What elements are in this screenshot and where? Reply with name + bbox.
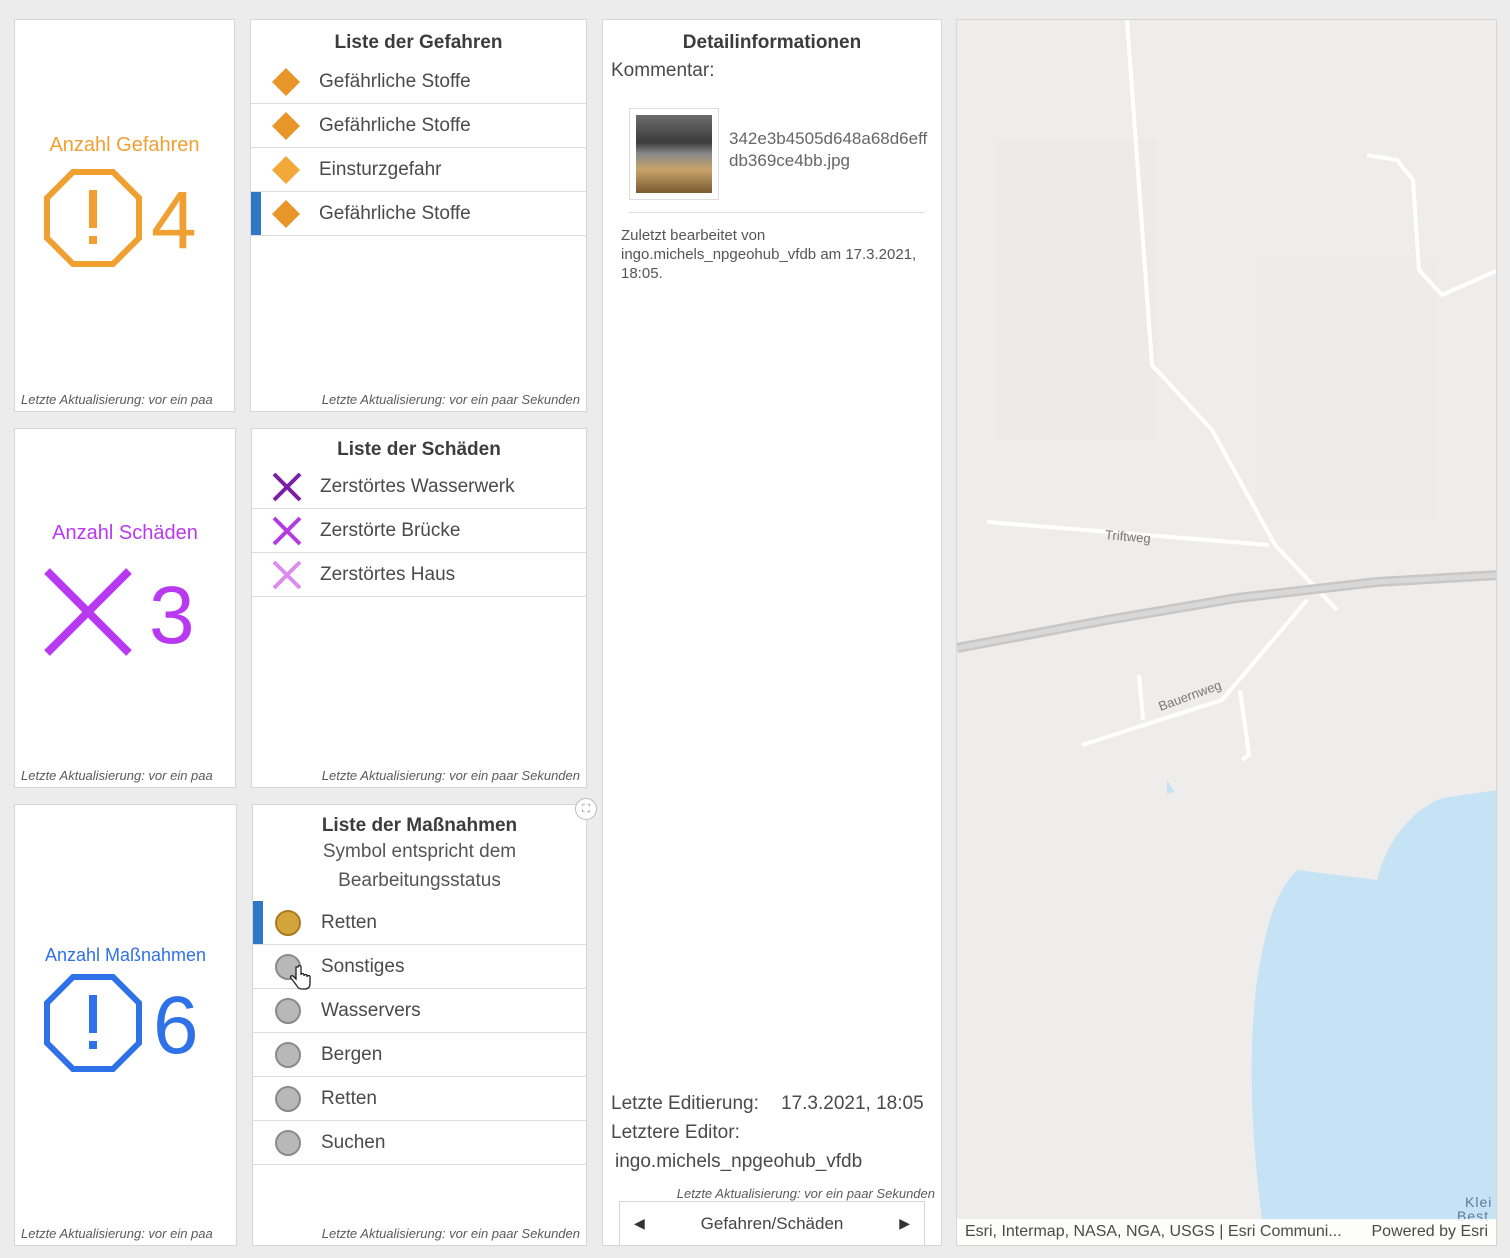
last-update-note: Letzte Aktualisierung: vor ein paar Seku…: [321, 392, 580, 407]
list-item[interactable]: Bergen: [253, 1033, 586, 1077]
counter-tile-hazards[interactable]: Anzahl Gefahren 4 Letzte Aktualisierung:…: [14, 19, 235, 412]
hazard-list: Gefährliche Stoffe Gefährliche Stoffe Ei…: [251, 60, 586, 236]
list-item[interactable]: Einsturzgefahr: [251, 148, 586, 192]
status-dot-icon: [273, 1128, 303, 1158]
list-item-label: Gefährliche Stoffe: [319, 114, 471, 136]
counter-tile-measures[interactable]: Anzahl Maßnahmen 6 Letzte Aktualisierung…: [14, 804, 237, 1246]
attachment-filename[interactable]: 342e3b4505d648a68d6effdb369ce4bb.jpg: [729, 128, 929, 172]
last-update-note: Letzte Aktualisierung: vor ein paar Seku…: [676, 1186, 935, 1201]
damage-list-panel: Liste der Schäden Zerstörtes Wasserwerk …: [251, 428, 587, 788]
list-item-label: Zerstörtes Haus: [320, 563, 456, 585]
list-item-label: Sonstiges: [321, 955, 405, 977]
list-item-label: Gefährliche Stoffe: [319, 202, 471, 224]
previous-arrow-icon[interactable]: ◀: [634, 1215, 645, 1232]
list-item-label: Einsturzgefahr: [319, 158, 442, 180]
list-item[interactable]: Zerstörtes Wasserwerk: [252, 465, 586, 509]
pager-label: Gefahren/Schäden: [700, 1213, 844, 1233]
measures-list: Retten Sonstiges Wasservers Bergen Rette…: [253, 901, 586, 1165]
expand-icon[interactable]: ⛶: [575, 798, 597, 820]
list-item[interactable]: Retten: [253, 1077, 586, 1121]
counter-value: 3: [149, 570, 195, 661]
counter-label: Anzahl Schäden: [52, 522, 198, 544]
list-item-label: Retten: [321, 1087, 377, 1109]
last-editor-value: ingo.michels_npgeohub_vfdb: [615, 1151, 863, 1172]
status-dot-icon: [273, 908, 303, 938]
list-item[interactable]: Retten: [253, 901, 586, 945]
x-mark-icon: [44, 568, 132, 656]
map-view[interactable]: Triftweg Bauernweg Klei Best Esri, Inter…: [956, 19, 1497, 1246]
powered-by[interactable]: Powered by Esri: [1372, 1223, 1489, 1241]
attribution-text[interactable]: Esri, Intermap, NASA, NGA, USGS | Esri C…: [965, 1223, 1342, 1241]
list-item[interactable]: Sonstiges: [253, 945, 586, 990]
comment-label: Kommentar:: [611, 60, 715, 81]
counter-label: Anzahl Maßnahmen: [44, 945, 207, 965]
map-canvas[interactable]: [957, 20, 1497, 1246]
status-dot-icon: [273, 1040, 303, 1070]
list-item-label: Zerstörtes Wasserwerk: [320, 475, 515, 497]
next-arrow-icon[interactable]: ▶: [899, 1215, 910, 1232]
last-edit-label: Letzte Editierung:: [611, 1093, 759, 1114]
diamond-icon: [271, 155, 301, 185]
list-item-label: Wasservers: [321, 999, 421, 1021]
list-item-label: Retten: [321, 911, 377, 933]
list-item[interactable]: Gefährliche Stoffe: [251, 60, 586, 104]
status-dot-icon: [273, 1084, 303, 1114]
map-attribution: Esri, Intermap, NASA, NGA, USGS | Esri C…: [957, 1219, 1496, 1245]
list-item-label: Suchen: [321, 1131, 386, 1153]
counter-value: 4: [151, 175, 197, 266]
list-item-label: Gefährliche Stoffe: [319, 70, 471, 92]
list-subtitle: Symbol entspricht dem: [322, 841, 517, 862]
diamond-icon: [271, 111, 301, 141]
diamond-icon: [271, 67, 301, 97]
record-pager: ◀ Gefahren/Schäden ▶: [619, 1201, 925, 1245]
diamond-icon: [271, 199, 301, 229]
counter-label: Anzahl Gefahren: [49, 134, 200, 156]
last-update-note: Letzte Aktualisierung: vor ein paa: [21, 1226, 213, 1241]
list-item-label: Bergen: [321, 1043, 383, 1065]
list-subtitle: Bearbeitungsstatus: [338, 870, 501, 891]
damage-list: Zerstörtes Wasserwerk Zerstörte Brücke Z…: [252, 465, 586, 597]
last-edit-value: 17.3.2021, 18:05: [781, 1093, 924, 1114]
last-editor-label: Letztere Editor:: [611, 1122, 740, 1143]
x-mark-icon: [272, 472, 302, 502]
list-title: Liste der Gefahren: [334, 32, 503, 53]
last-update-note: Letzte Aktualisierung: vor ein paa: [21, 768, 213, 783]
list-item[interactable]: Suchen: [253, 1121, 586, 1165]
list-item[interactable]: Gefährliche Stoffe: [251, 104, 586, 148]
list-item[interactable]: Wasservers: [253, 989, 586, 1033]
edit-note: Zuletzt bearbeitet von ingo.michels_npge…: [621, 227, 917, 282]
x-mark-icon: [272, 516, 302, 546]
status-dot-icon: [273, 996, 303, 1026]
counter-value: 6: [153, 980, 199, 1071]
hazard-list-panel: Liste der Gefahren Gefährliche Stoffe Ge…: [250, 19, 587, 412]
details-panel: Detailinformationen Kommentar: 342e3b450…: [602, 19, 942, 1246]
x-mark-icon: [272, 560, 302, 590]
list-item[interactable]: Zerstörte Brücke: [252, 509, 586, 553]
attachment-thumbnail[interactable]: [629, 108, 719, 200]
warning-octagon-icon: [44, 974, 142, 1072]
list-item[interactable]: Zerstörtes Haus: [252, 553, 586, 597]
list-item[interactable]: Gefährliche Stoffe: [251, 192, 586, 236]
details-title: Detailinformationen: [682, 32, 862, 53]
attachment[interactable]: 342e3b4505d648a68d6effdb369ce4bb.jpg: [629, 108, 927, 213]
list-item-label: Zerstörte Brücke: [320, 519, 461, 541]
list-title: Liste der Maßnahmen: [321, 815, 518, 836]
last-update-note: Letzte Aktualisierung: vor ein paa: [21, 392, 213, 407]
last-update-note: Letzte Aktualisierung: vor ein paar Seku…: [321, 768, 580, 783]
list-title: Liste der Schäden: [337, 439, 501, 460]
measures-list-panel: Liste der Maßnahmen Symbol entspricht de…: [252, 804, 587, 1246]
warning-octagon-icon: [44, 169, 142, 267]
counter-tile-damages[interactable]: Anzahl Schäden 3 Letzte Aktualisierung: …: [14, 428, 236, 788]
last-update-note: Letzte Aktualisierung: vor ein paar Seku…: [321, 1226, 580, 1241]
hand-cursor-icon: [289, 965, 311, 990]
